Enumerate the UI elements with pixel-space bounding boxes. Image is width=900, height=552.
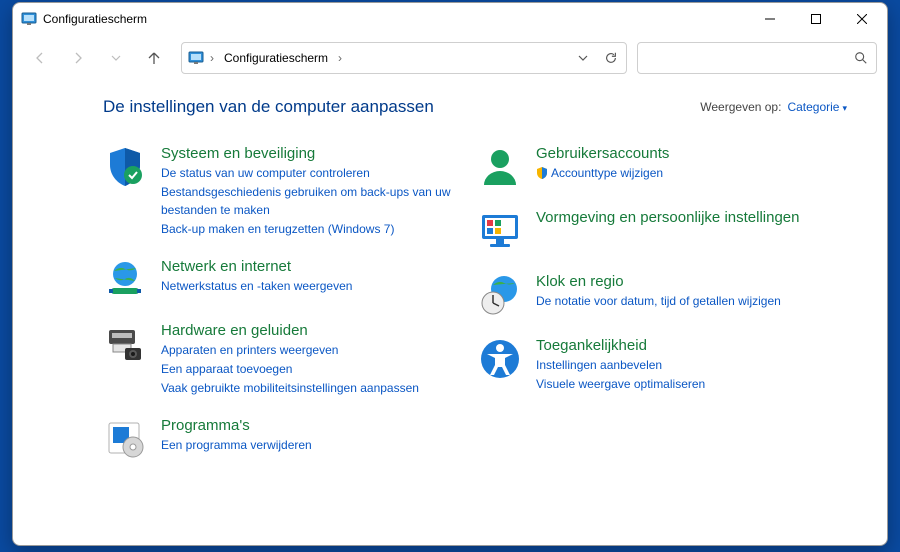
control-panel-icon <box>188 50 204 66</box>
category-accessibility: Toegankelijkheid Instellingen aanbevelen… <box>478 337 847 393</box>
category-link[interactable]: Visuele weergave optimaliseren <box>536 375 705 394</box>
minimize-button[interactable] <box>747 4 793 34</box>
category-title[interactable]: Gebruikersaccounts <box>536 145 669 162</box>
page-title: De instellingen van de computer aanpasse… <box>103 97 434 117</box>
breadcrumb-separator-icon: › <box>210 51 214 65</box>
category-column-right: Gebruikersaccounts Accounttype wijzigen <box>478 145 847 481</box>
chevron-down-icon: ▾ <box>842 103 847 113</box>
close-button[interactable] <box>839 4 885 34</box>
category-title[interactable]: Toegankelijkheid <box>536 337 705 354</box>
category-link[interactable]: Een apparaat toevoegen <box>161 360 419 379</box>
category-title[interactable]: Vormgeving en persoonlijke instellingen <box>536 209 800 226</box>
category-appearance: Vormgeving en persoonlijke instellingen <box>478 209 847 253</box>
category-link[interactable]: Vaak gebruikte mobiliteitsinstellingen a… <box>161 379 419 398</box>
search-input[interactable] <box>637 42 877 74</box>
back-button[interactable] <box>23 41 57 75</box>
programs-icon <box>103 417 147 461</box>
view-label: Weergeven op: <box>700 100 781 114</box>
clock-globe-icon <box>478 273 522 317</box>
globe-network-icon <box>103 258 147 302</box>
shield-icon <box>103 145 147 189</box>
category-link-text: Accounttype wijzigen <box>551 166 663 180</box>
category-link[interactable]: De notatie voor datum, tijd of getallen … <box>536 292 781 311</box>
monitor-icon <box>478 209 522 253</box>
up-button[interactable] <box>137 41 171 75</box>
category-network: Netwerk en internet Netwerkstatus en -ta… <box>103 258 472 302</box>
view-dropdown[interactable]: Categorie▾ <box>787 100 847 114</box>
uac-shield-icon <box>536 167 548 179</box>
window-title: Configuratiescherm <box>43 12 147 26</box>
titlebar: Configuratiescherm <box>13 3 887 35</box>
category-title[interactable]: Hardware en geluiden <box>161 322 419 339</box>
category-link[interactable]: De status van uw computer controleren <box>161 164 472 183</box>
category-column-left: Systeem en beveiliging De status van uw … <box>103 145 472 481</box>
toolbar: › Configuratiescherm › <box>13 35 887 81</box>
category-title[interactable]: Klok en regio <box>536 273 781 290</box>
chevron-down-icon[interactable] <box>578 53 588 63</box>
content: De instellingen van de computer aanpasse… <box>13 81 887 545</box>
user-icon <box>478 145 522 189</box>
forward-button[interactable] <box>61 41 95 75</box>
address-bar[interactable]: › Configuratiescherm › <box>181 42 627 74</box>
category-link[interactable]: Bestandsgeschiedenis gebruiken om back-u… <box>161 183 472 220</box>
view-value: Categorie <box>787 100 839 114</box>
category-system-security: Systeem en beveiliging De status van uw … <box>103 145 472 238</box>
category-clock: Klok en regio De notatie voor datum, tij… <box>478 273 847 317</box>
breadcrumb-separator-icon: › <box>338 51 342 65</box>
category-link[interactable]: Apparaten en printers weergeven <box>161 341 419 360</box>
category-title[interactable]: Programma's <box>161 417 312 434</box>
category-link[interactable]: Back-up maken en terugzetten (Windows 7) <box>161 220 472 239</box>
category-hardware: Hardware en geluiden Apparaten en printe… <box>103 322 472 397</box>
maximize-button[interactable] <box>793 4 839 34</box>
search-icon <box>854 51 868 65</box>
category-title[interactable]: Systeem en beveiliging <box>161 145 472 162</box>
category-link[interactable]: Accounttype wijzigen <box>536 164 669 183</box>
category-user-accounts: Gebruikersaccounts Accounttype wijzigen <box>478 145 847 189</box>
category-link[interactable]: Instellingen aanbevelen <box>536 356 705 375</box>
accessibility-icon <box>478 337 522 381</box>
refresh-icon[interactable] <box>604 51 618 65</box>
breadcrumb-item[interactable]: Configuratiescherm <box>220 49 332 67</box>
category-title[interactable]: Netwerk en internet <box>161 258 352 275</box>
category-programs: Programma's Een programma verwijderen <box>103 417 472 461</box>
recent-dropdown[interactable] <box>99 41 133 75</box>
printer-camera-icon <box>103 322 147 366</box>
category-link[interactable]: Netwerkstatus en -taken weergeven <box>161 277 352 296</box>
category-link[interactable]: Een programma verwijderen <box>161 436 312 455</box>
control-panel-icon <box>21 11 37 27</box>
window: Configuratiescherm › Configu <box>12 2 888 546</box>
